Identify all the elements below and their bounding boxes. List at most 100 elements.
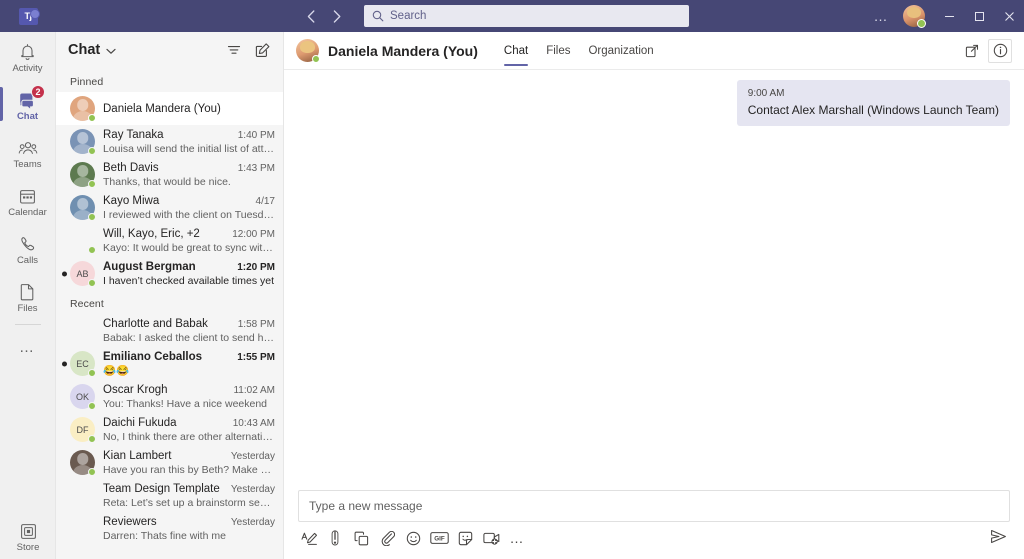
forward-icon[interactable] [326,5,348,27]
avatar-initials-text: AB [76,268,89,279]
format-icon[interactable] [298,527,320,549]
message-text: Contact Alex Marshall (Windows Launch Te… [747,103,999,117]
rail-item-calendar[interactable]: Calendar [0,176,56,224]
conversation-header: Daniela Mandera (You) Chat Files Organiz… [284,32,1024,70]
chat-list-item[interactable]: Reviewers Yesterday Darren: Thats fine w… [56,512,283,545]
chat-list-item[interactable]: Ray Tanaka 1:40 PM Louisa will send the … [56,125,283,158]
chat-item-time: 1:40 PM [237,129,275,141]
avatar [70,162,96,188]
loop-icon[interactable] [350,527,372,549]
new-chat-icon[interactable] [251,39,273,61]
presence-available-icon [88,147,96,155]
chat-list-item[interactable]: Charlotte and Babak 1:58 PM Babak: I ask… [56,314,283,347]
rail-label-calendar: Calendar [8,207,47,218]
chat-item-preview: You: Thanks! Have a nice weekend [103,397,268,410]
attach-icon[interactable] [376,527,398,549]
unread-indicator [62,361,67,366]
rail-item-teams[interactable]: Teams [0,128,56,176]
chat-list-item[interactable]: Beth Davis 1:43 PM Thanks, that would be… [56,158,283,191]
chat-list-item[interactable]: Kian Lambert Yesterday Have you ran this… [56,446,283,479]
presence-available-icon [88,435,96,443]
search-input[interactable]: Search [364,5,689,27]
chevron-down-icon[interactable] [106,48,116,55]
rail-item-store[interactable]: Store [0,523,56,553]
chat-list-header: Chat [56,32,283,68]
priority-icon[interactable] [324,527,346,549]
rail-item-files[interactable]: Files [0,272,56,320]
info-icon[interactable] [988,38,1012,63]
rail-label-teams: Teams [13,159,42,170]
chat-item-time: 10:43 AM [232,417,275,429]
chat-item-time: 1:55 PM [237,351,275,363]
chat-item-time: 11:02 AM [233,384,275,396]
maximize-button[interactable] [964,0,994,32]
user-avatar[interactable] [903,5,926,28]
avatar [70,195,96,221]
pop-out-icon[interactable] [960,39,984,63]
emoji-icon[interactable] [402,527,424,549]
rail-item-activity[interactable]: Activity [0,32,56,80]
rail-item-chat[interactable]: 2 Chat [0,80,56,128]
chat-item-name: August Bergman [103,260,196,273]
chat-item-content: August Bergman 1:20 PM I haven’t checked… [103,260,275,288]
settings-more-icon[interactable]: … [868,0,894,32]
unread-indicator [62,271,67,276]
sticker-icon[interactable] [454,527,476,549]
avatar-initials: AB [70,261,96,287]
chat-list-scroll[interactable]: Pinned Daniela Mandera (You) Ray Tanaka … [56,68,283,559]
app-body: Activity 2 Chat Teams Calendar Calls Fil… [0,32,1024,559]
close-button[interactable] [994,0,1024,32]
chat-list-item[interactable]: OK Oscar Krogh 11:02 AM You: Thanks! Hav… [56,380,283,413]
conversation-panel: Daniela Mandera (You) Chat Files Organiz… [284,32,1024,559]
chat-list-item[interactable]: EC Emiliano Ceballos 1:55 PM 😂😂 [56,347,283,380]
conversation-title: Daniela Mandera (You) [328,42,478,59]
presence-available-icon [312,55,320,63]
rail-more-apps-icon[interactable]: … [0,329,56,365]
chat-item-content: Beth Davis 1:43 PM Thanks, that would be… [103,161,275,189]
presence-available-icon [88,213,96,221]
tab-files[interactable]: Files [537,32,579,70]
meet-now-icon[interactable] [480,527,502,549]
message-bubble[interactable]: 9:00 AM Contact Alex Marshall (Windows L… [736,80,1010,126]
phone-icon [19,234,36,254]
teams-logo-icon: Tj [18,7,40,25]
message-list[interactable]: 9:00 AM Contact Alex Marshall (Windows L… [284,70,1024,490]
chat-item-preview: Darren: Thats fine with me [103,529,226,542]
presence-available-icon [88,402,96,410]
chat-list-item[interactable]: AB August Bergman 1:20 PM I haven’t chec… [56,257,283,290]
chat-list-item[interactable]: Will, Kayo, Eric, +2 12:00 PM Kayo: It w… [56,224,283,257]
back-icon[interactable] [300,5,322,27]
chat-list-item[interactable]: Team Design Template Yesterday Reta: Let… [56,479,283,512]
more-options-icon[interactable]: … [506,527,528,549]
rail-item-calls[interactable]: Calls [0,224,56,272]
chat-item-name: Beth Davis [103,161,159,174]
presence-available-icon [917,19,926,28]
conversation-tabs: Chat Files Organization [495,32,663,70]
avatar-initials: DF [70,417,96,443]
chat-list-item[interactable]: DF Daichi Fukuda 10:43 AM No, I think th… [56,413,283,446]
presence-available-icon [88,279,96,287]
chat-item-name: Charlotte and Babak [103,317,208,330]
chat-item-time: 1:43 PM [237,162,275,174]
presence-available-icon [88,180,96,188]
chat-list-item[interactable]: Kayo Miwa 4/17 I reviewed with the clien… [56,191,283,224]
chat-item-name: Kian Lambert [103,449,172,462]
filter-icon[interactable] [223,39,245,61]
tab-chat[interactable]: Chat [495,32,537,70]
chat-item-preview: I reviewed with the client on Tuesda… [103,208,275,221]
avatar-group [70,228,96,254]
chat-list-item[interactable]: Daniela Mandera (You) [56,92,283,125]
rail-label-calls: Calls [16,255,39,266]
chat-item-preview: 😂😂 [103,364,130,377]
svg-text:GIF: GIF [434,536,445,543]
minimize-button[interactable] [934,0,964,32]
teams-window: Tj Search … Activity 2 Chat Teams Calend… [0,0,1024,559]
send-icon[interactable] [986,525,1010,547]
gif-icon[interactable]: GIF [428,527,450,549]
chat-section-label-pinned: Pinned [70,76,104,88]
message-composer: Type a new message GIF … [284,490,1024,559]
message-input[interactable]: Type a new message [298,490,1010,522]
chat-item-name: Will, Kayo, Eric, +2 [103,227,200,240]
tab-organization[interactable]: Organization [579,32,662,70]
chat-item-content: Charlotte and Babak 1:58 PM Babak: I ask… [103,317,275,345]
